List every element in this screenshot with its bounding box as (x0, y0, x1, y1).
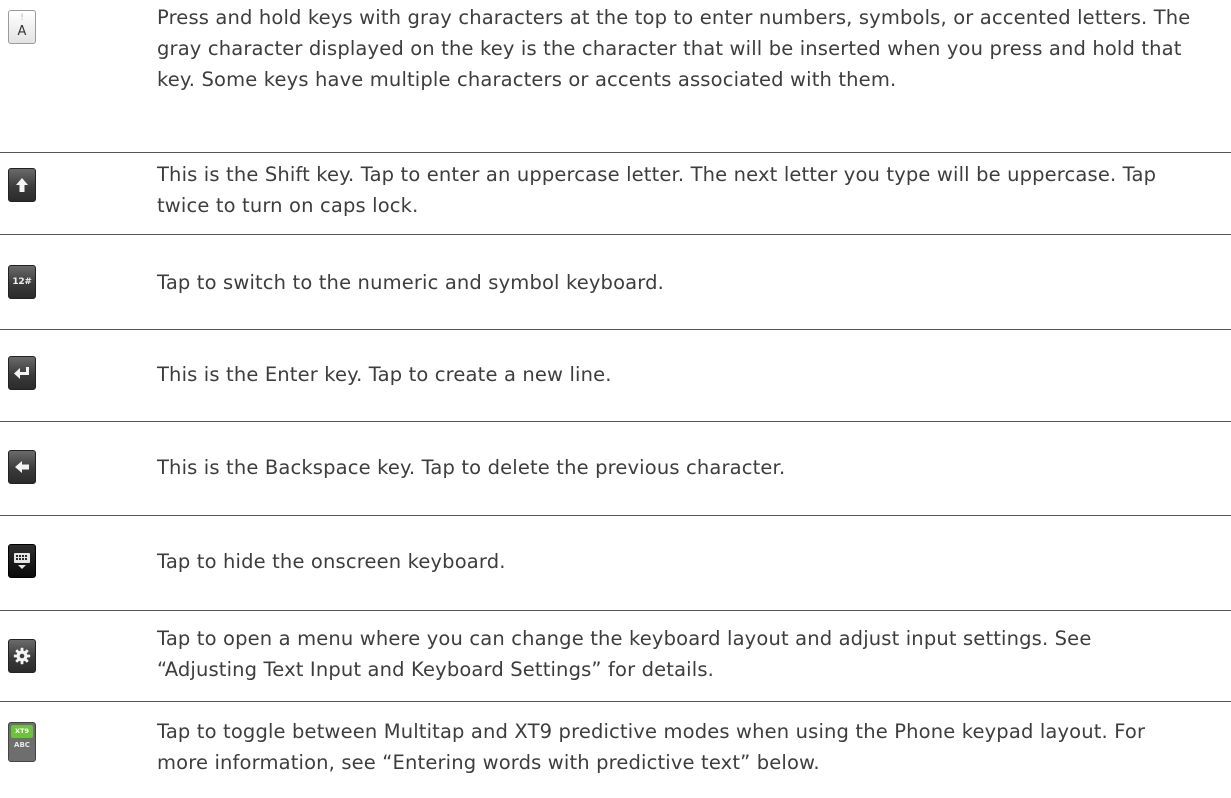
backspace-key-icon (8, 450, 36, 484)
key-row-accent: ! A Press and hold keys with gray charac… (0, 0, 1231, 153)
key-description: Tap to open a menu where you can change … (157, 627, 1092, 681)
accent-letter: A (17, 24, 27, 39)
xt9-abc-toggle-icon: XT9 ABC (8, 722, 36, 762)
key-row-xt9: XT9 ABC Tap to toggle between Multitap a… (0, 702, 1231, 798)
numeric-symbol-key-icon: 12# (8, 265, 36, 299)
key-description: This is the Enter key. Tap to create a n… (157, 363, 612, 386)
key-description: Tap to hide the onscreen keyboard. (157, 550, 506, 573)
enter-key-icon (8, 356, 36, 390)
shift-key-icon (8, 168, 36, 202)
hide-keyboard-icon (8, 544, 36, 578)
numeric-symbol-label: 12# (12, 277, 32, 287)
key-description: Tap to toggle between Multitap and XT9 p… (157, 720, 1146, 774)
key-row-enter: This is the Enter key. Tap to create a n… (0, 330, 1231, 422)
key-description: This is the Backspace key. Tap to delete… (157, 456, 786, 479)
key-reference-table: ! A Press and hold keys with gray charac… (0, 0, 1231, 798)
key-description: Press and hold keys with gray characters… (157, 6, 1191, 91)
key-row-shift: This is the Shift key. Tap to enter an u… (0, 153, 1231, 235)
xt9-label: XT9 (11, 725, 33, 738)
abc-label: ABC (14, 741, 30, 749)
settings-gear-icon (8, 639, 36, 673)
key-description: Tap to switch to the numeric and symbol … (157, 271, 664, 294)
key-row-numeric: 12# Tap to switch to the numeric and sym… (0, 235, 1231, 330)
accent-key-icon: ! A (8, 10, 36, 44)
key-row-settings: Tap to open a menu where you can change … (0, 611, 1231, 702)
accent-mark: ! (20, 13, 24, 23)
key-description: This is the Shift key. Tap to enter an u… (157, 163, 1157, 217)
key-row-hide-keyboard: Tap to hide the onscreen keyboard. (0, 516, 1231, 611)
key-row-backspace: This is the Backspace key. Tap to delete… (0, 422, 1231, 516)
